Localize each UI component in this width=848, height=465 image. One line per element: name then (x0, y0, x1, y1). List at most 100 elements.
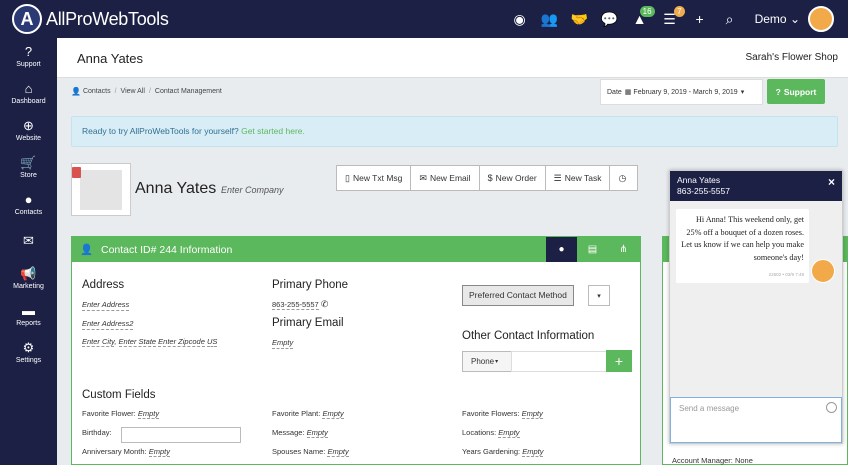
country-field[interactable]: US (206, 337, 218, 347)
eye-icon[interactable]: ◉ (505, 0, 535, 38)
notification-badge: 16 (639, 6, 655, 17)
primary-email-heading: Primary Email (272, 317, 344, 329)
user-menu[interactable]: Demo ⌄ (755, 12, 800, 26)
sidebar-item-website[interactable]: ⊕ Website (0, 112, 57, 149)
new-email-button[interactable]: ✉ New Email (410, 165, 480, 191)
date-range-picker[interactable]: Date ▦ February 9, 2019 - March 9, 2019 … (600, 79, 763, 105)
custom-field-row: Message: Empty (272, 428, 328, 438)
plus-icon[interactable]: + (685, 0, 715, 38)
page-header: Anna Yates Sarah's Flower Shop (57, 38, 848, 78)
sidebar-item-label: Contacts (14, 209, 43, 216)
state-field[interactable]: Enter State (118, 337, 157, 347)
users-icon[interactable]: 👥 (535, 0, 565, 38)
caret-down-icon: ▾ (495, 359, 499, 365)
sidebar-item-store[interactable]: 🛒 Store (0, 149, 57, 186)
add-contact-info-button[interactable]: + (606, 350, 632, 372)
page-title: Anna Yates (77, 51, 144, 66)
primary-phone-heading: Primary Phone (272, 279, 349, 291)
contact-type-value: Phone (471, 357, 495, 366)
chat-icon[interactable]: 💬 (595, 0, 625, 38)
globe-icon: ⊕ (23, 118, 34, 133)
preferred-contact-dropdown[interactable]: ▾ (588, 285, 610, 306)
custom-field-row: Favorite Flowers: Empty (462, 409, 543, 419)
get-started-link[interactable]: Get started here. (241, 126, 305, 136)
custom-field-label: Birthday: (82, 428, 112, 437)
alerts-icon[interactable]: ▲ 16 (625, 0, 655, 38)
left-sidebar: ? Support ⌂ Dashboard ⊕ Website 🛒 Store ● Contact… (0, 38, 57, 465)
account-manager: Account Manager: None (672, 456, 753, 465)
emoji-icon[interactable] (826, 402, 837, 413)
notification-badge: 7 (674, 6, 685, 17)
primary-phone-row: 863-255-5557 ✆ (272, 299, 328, 310)
caret-down-icon: ▾ (597, 292, 601, 300)
mobile-icon: ▯ (345, 172, 350, 183)
tab-notes[interactable]: ▤ (577, 237, 608, 262)
sidebar-item-settings[interactable]: ⚙ Settings (0, 334, 57, 371)
custom-field-value[interactable]: Empty (327, 447, 349, 457)
preferred-contact-method-button[interactable]: Preferred Contact Method (462, 285, 574, 306)
question-icon: ? (775, 86, 781, 97)
trash-icon[interactable] (72, 167, 81, 178)
user-menu-label: Demo (754, 12, 787, 26)
handshake-icon[interactable]: 🤝 (565, 0, 595, 38)
user-icon: ● (24, 192, 33, 207)
primary-email-value[interactable]: Empty (272, 338, 294, 349)
city-field[interactable]: Enter City (82, 337, 115, 347)
custom-field-value[interactable]: Empty (148, 447, 170, 457)
breadcrumb-view-all[interactable]: View All (121, 88, 145, 95)
custom-field-row: Spouses Name: Empty (272, 447, 349, 457)
support-button[interactable]: ? Support (767, 79, 825, 104)
sidebar-item-email[interactable]: ✉ (0, 223, 57, 260)
sidebar-item-label: Website (15, 135, 42, 142)
sidebar-item-reports[interactable]: ▬ Reports (0, 297, 57, 334)
custom-field-label: Spouses Name: (272, 447, 326, 456)
shop-name[interactable]: Sarah's Flower Shop (745, 52, 838, 63)
custom-field-value[interactable]: Empty (306, 428, 328, 438)
other-contact-input[interactable] (511, 351, 607, 372)
schedule-button[interactable]: ◷ (609, 165, 639, 191)
sidebar-item-contacts[interactable]: ● Contacts (0, 186, 57, 223)
custom-field-label: Favorite Flower: (82, 409, 136, 418)
birthday-input[interactable] (121, 427, 241, 443)
custom-field-row: Anniversary Month: Empty (82, 447, 170, 457)
contact-info-panel: 👤 Contact ID# 244 Information ● ▤ ⋔ Addr… (71, 236, 641, 465)
custom-field-value[interactable]: Empty (522, 447, 544, 457)
chat-message-input[interactable]: Send a message (670, 397, 842, 443)
alert-text: Ready to try AllProWebTools for yourself… (82, 126, 239, 136)
primary-phone-value[interactable]: 863-255-5557 (272, 300, 319, 310)
breadcrumb-separator: / (148, 88, 151, 95)
chat-message-time: 22602 • 03/9 7:49 (768, 271, 804, 277)
phone-icon[interactable]: ✆ (321, 299, 329, 309)
chat-input-placeholder: Send a message (679, 404, 740, 413)
breadcrumb-contacts[interactable]: Contacts (83, 88, 111, 95)
custom-field-value[interactable]: Empty (137, 409, 160, 419)
user-avatar[interactable] (808, 6, 834, 32)
user-icon: 👤 (71, 87, 81, 96)
zip-field[interactable]: Enter Zipcode (158, 337, 205, 347)
app-name: AllProWebTools (46, 8, 169, 29)
new-task-button[interactable]: ☰ New Task (544, 165, 611, 191)
tab-contact-info[interactable]: ● (546, 237, 577, 262)
address-line1[interactable]: Enter Address (82, 300, 130, 311)
address-line2[interactable]: Enter Address2 (82, 319, 134, 330)
tab-hierarchy[interactable]: ⋔ (608, 237, 639, 262)
sidebar-item-marketing[interactable]: 📢 Marketing (0, 260, 57, 297)
custom-field-value[interactable]: Empty (322, 409, 344, 419)
custom-field-label: Favorite Flowers: (462, 409, 520, 418)
contact-type-select[interactable]: Phone ▾ (462, 351, 512, 372)
tasks-icon[interactable]: ☰ 7 (655, 0, 685, 38)
company-field[interactable]: Enter Company (221, 185, 284, 195)
custom-field-value[interactable]: Empty (521, 409, 543, 419)
new-txt-msg-button[interactable]: ▯ New Txt Msg (336, 165, 412, 191)
city-state-zip: Enter City, Enter State Enter Zipcode US (82, 337, 218, 347)
search-icon[interactable]: ⌕ (715, 0, 745, 38)
app-logo[interactable]: A AllProWebTools (12, 4, 169, 34)
close-icon[interactable]: × (828, 176, 835, 188)
dollar-icon: $ (487, 173, 493, 183)
logo-mark: A (12, 4, 42, 34)
new-order-button[interactable]: $ New Order (478, 165, 546, 191)
custom-field-value[interactable]: Empty (498, 428, 520, 438)
chat-header: Anna Yates 863-255-5557 × (670, 171, 842, 201)
sidebar-item-support[interactable]: ? Support (0, 38, 57, 75)
sidebar-item-dashboard[interactable]: ⌂ Dashboard (0, 75, 57, 112)
